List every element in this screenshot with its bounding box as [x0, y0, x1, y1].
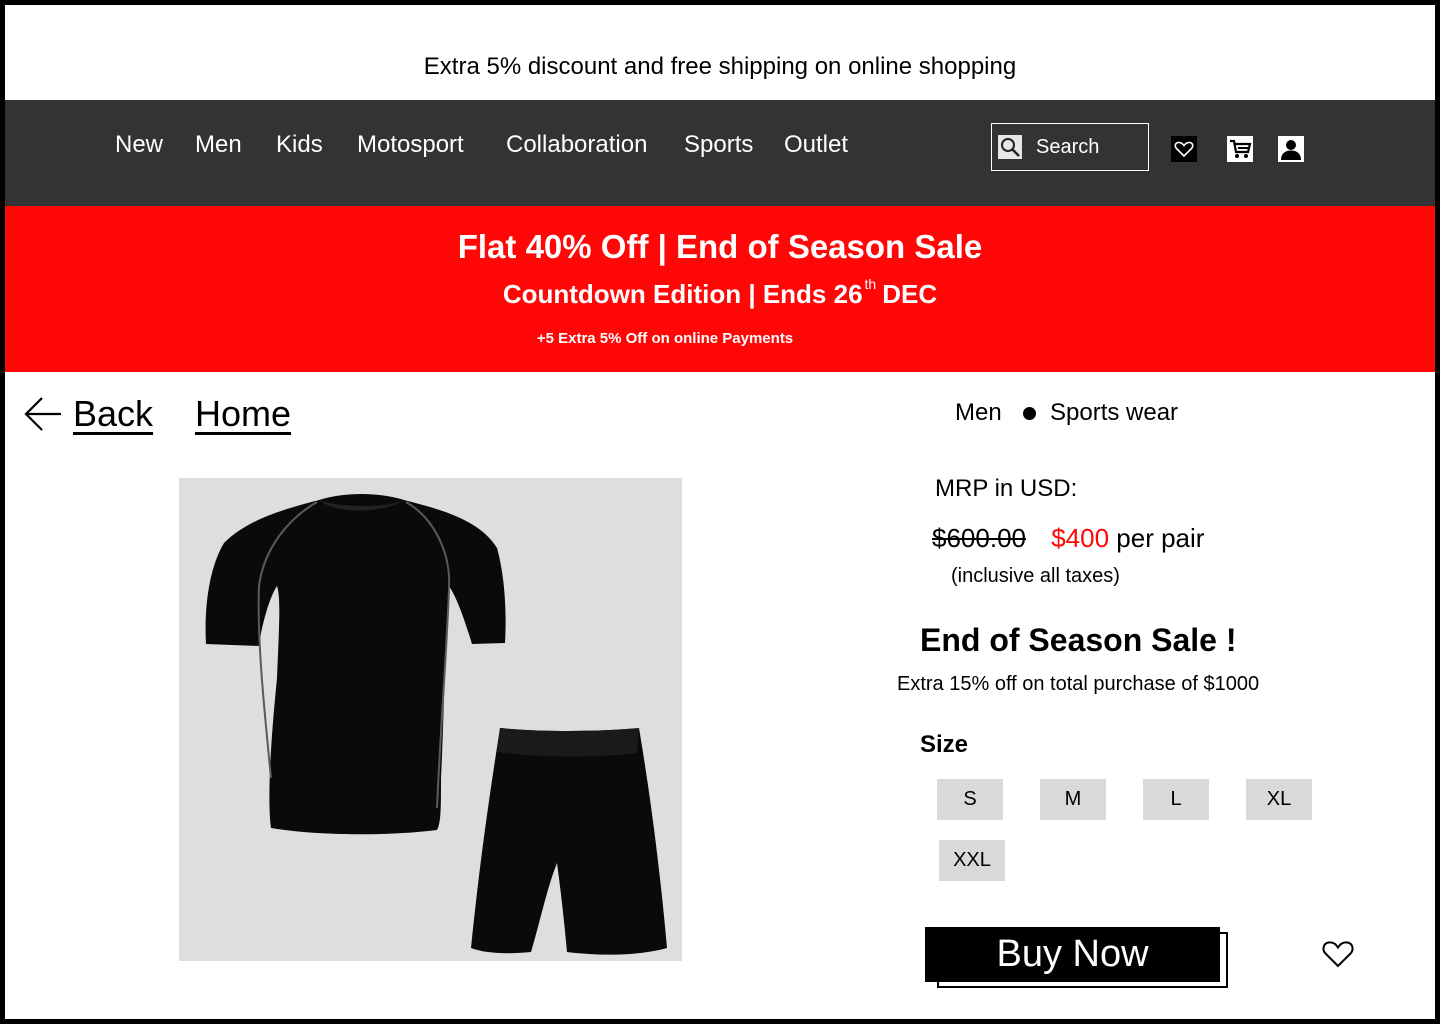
nav-item-sports[interactable]: Sports	[684, 131, 753, 159]
mrp-label: MRP in USD:	[935, 475, 1078, 502]
price-unit: per pair	[1116, 523, 1205, 553]
promo-title: Flat 40% Off | End of Season Sale	[457, 228, 983, 265]
breadcrumb-subcategory[interactable]: Sports wear	[1050, 399, 1178, 427]
announcement-bar: Extra 5% discount and free shipping on o…	[423, 53, 1017, 80]
heart-icon[interactable]	[1171, 136, 1197, 162]
size-option-s[interactable]: S	[937, 779, 1003, 820]
buy-now-button[interactable]: Buy Now	[925, 927, 1220, 982]
search-icon	[998, 135, 1022, 159]
original-price: $600.00	[932, 523, 1026, 553]
cart-icon[interactable]	[1227, 136, 1253, 162]
promo-subtitle-main: Countdown Edition | Ends 26	[502, 279, 863, 309]
size-option-xl[interactable]: XL	[1246, 779, 1312, 820]
page-frame: Extra 5% discount and free shipping on o…	[5, 5, 1435, 1019]
sale-title: End of Season Sale !	[920, 622, 1237, 658]
back-label: Back	[73, 393, 154, 434]
nav-item-collaboration[interactable]: Collaboration	[506, 131, 647, 159]
promo-banner: Flat 40% Off | End of Season Sale Countd…	[5, 206, 1435, 372]
promo-subtitle-month: DEC	[882, 279, 938, 309]
nav-item-kids[interactable]: Kids	[276, 131, 323, 159]
breadcrumb-separator-dot	[1023, 407, 1036, 420]
nav-item-motosport[interactable]: Motosport	[357, 131, 464, 159]
nav-item-men[interactable]: Men	[195, 131, 242, 159]
size-label: Size	[920, 731, 969, 758]
search-placeholder: Search	[1036, 135, 1100, 158]
nav-item-outlet[interactable]: Outlet	[784, 131, 848, 159]
breadcrumb-category[interactable]: Men	[955, 399, 1002, 427]
buy-now-wrapper: Buy Now	[925, 927, 1228, 988]
size-option-xxl[interactable]: XXL	[939, 840, 1005, 881]
arrow-left-icon	[24, 397, 61, 431]
size-option-m[interactable]: M	[1040, 779, 1106, 820]
promo-subtitle-sup: th	[864, 276, 877, 292]
home-link[interactable]: Home	[195, 393, 291, 435]
sale-subtitle: Extra 15% off on total purchase of $1000	[897, 673, 1260, 695]
size-option-l[interactable]: L	[1143, 779, 1209, 820]
wishlist-heart-icon[interactable]	[1321, 939, 1355, 969]
product-image	[179, 478, 682, 961]
tax-note: (inclusive all taxes)	[951, 565, 1120, 587]
promo-subtitle: Countdown Edition | Ends 26th DEC	[5, 276, 1435, 310]
main-nav: New Men Kids Motosport Collaboration Spo…	[5, 100, 1435, 206]
back-button[interactable]: Back	[23, 393, 153, 435]
nav-item-new[interactable]: New	[115, 131, 163, 159]
search-input[interactable]: Search	[991, 123, 1149, 171]
promo-note: +5 Extra 5% Off on online Payments	[536, 330, 794, 347]
user-icon[interactable]	[1278, 136, 1304, 162]
price-row: $600.00 $400 per pair	[928, 523, 1204, 554]
sale-price: $400	[1051, 523, 1110, 553]
